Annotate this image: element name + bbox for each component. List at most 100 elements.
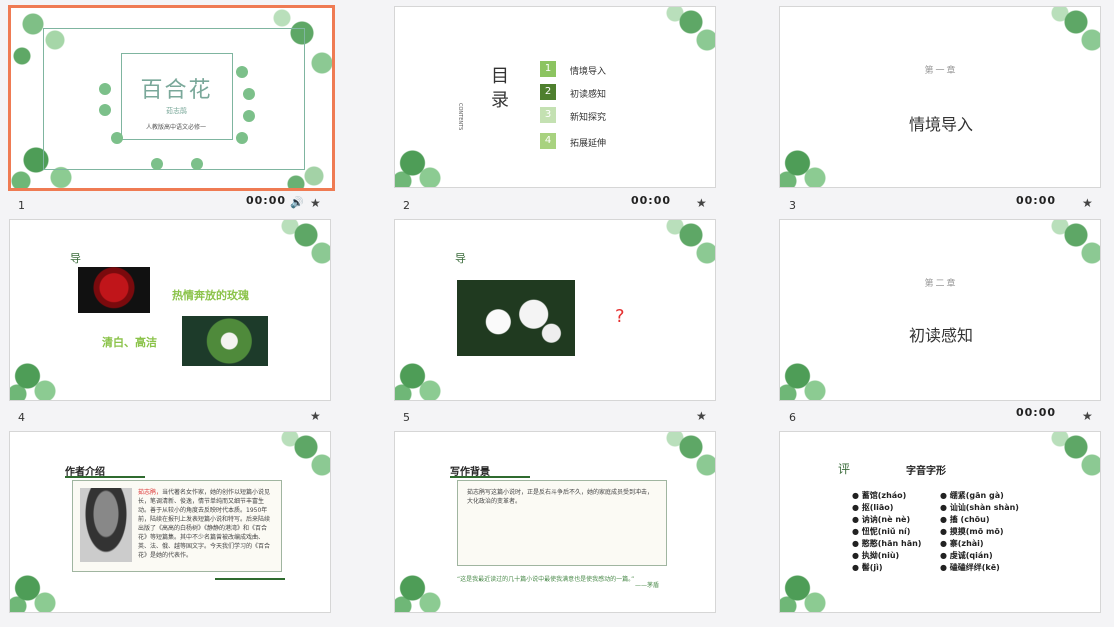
animation-star-icon[interactable]: ★ [310,196,321,210]
floral-decoration [635,220,715,280]
green-dot [243,110,255,122]
slide-number: 3 [789,199,796,212]
green-dot [243,88,255,100]
vocab-item: ● 髻(jì) [852,563,883,572]
green-dot [99,83,111,95]
floral-decoration [780,127,850,187]
toc-number: 3 [540,107,556,123]
slide-thumbnail-4[interactable]: 导 热情奔放的玫瑰 清白、高洁 [9,219,331,401]
question-mark: ? [615,306,625,327]
vocab-title: 字音字形 [906,466,946,477]
floral-decoration [1020,432,1100,492]
bio-underline [215,578,285,580]
section-heading: 导 [70,252,81,265]
vocab-item: ● 虔诚(qián) [940,551,993,560]
chapter-title: 情境导入 [908,115,973,134]
animation-star-icon[interactable]: ★ [310,409,321,423]
chapter-label: 第二章 [924,279,958,289]
green-dot [111,132,123,144]
floral-decoration [1020,7,1100,67]
lily-image [457,280,575,356]
quote-source: ——茅盾 [635,582,660,589]
slide-thumbnail-9[interactable]: 评 字音字形 ● 蓄馆(zháo) ● 抠(liāo) ● 讷讷(nè nè) … [779,431,1101,613]
author-photo [80,488,132,562]
floral-decoration [10,340,80,400]
animation-star-icon[interactable]: ★ [1082,409,1093,423]
vocab-item: ● 蓄馆(zháo) [852,491,907,500]
section-heading: 评 [838,462,851,476]
slide-number: 1 [18,199,25,212]
vocab-item: ● 讪讪(shàn shàn) [940,503,1019,512]
slide-subtitle: 人教版高中语文必修一 [145,124,206,131]
vocab-item: ● 搐 (chōu) [940,515,990,524]
toc-item-label: 情境导入 [570,67,607,77]
slide-number: 5 [403,411,410,424]
slide-number: 2 [403,199,410,212]
heading-underline [450,476,530,478]
toc-title: 目录 [491,66,509,111]
slide-thumbnail-8[interactable]: 写作背景 茹志鹃写这篇小说时，正是反右斗争后不久，她的家庭成员受到冲击，大化政治… [394,431,716,613]
toc-contents: CONTENTS [457,103,463,131]
speaker-icon[interactable]: 🔊 [290,196,304,209]
vocab-item: ● 执拗(niù) [852,551,900,560]
slide-timing: 00:00 [1016,406,1057,419]
chapter-label: 第一章 [924,66,958,76]
vocab-item: ● 摸摸(mō mō) [940,527,1004,536]
slide-timing: 00:00 [631,194,672,207]
caption-lotus: 清白、高洁 [102,336,157,349]
slide-thumbnail-5[interactable]: 导 ? [394,219,716,401]
vocab-item: ● 忸怩(niǔ ní) [852,527,911,536]
vocab-list-right: ● 绷紧(gān gà) ● 讪讪(shàn shàn) ● 搐 (chōu) … [940,490,1019,574]
slide-number: 6 [789,411,796,424]
floral-decoration [780,340,850,400]
slide-thumbnail-6[interactable]: 第二章 初读感知 [779,219,1101,401]
slide-thumbnail-2[interactable]: 目录 CONTENTS 1 情境导入 2 初读感知 3 新知探究 4 拓展延伸 [394,6,716,188]
animation-star-icon[interactable]: ★ [1082,196,1093,210]
vocab-item: ● 绷紧(gān gà) [940,491,1004,500]
floral-decoration [1020,220,1100,280]
slide-timing: 00:00 [246,194,287,207]
slide-title: 百合花 [140,78,213,103]
floral-decoration [395,127,465,187]
vocab-item: ● 磕磕绊绊(kē) [940,563,1000,572]
author-bio: 茹志鹃，当代著名女作家，她的创作以短篇小说见长，笔调清新、俊逸，情节单纯而又细节… [138,488,274,560]
author-name: 茹志鹃， [138,489,163,496]
toc-item-label: 初读感知 [570,90,607,100]
slide-thumbnail-7[interactable]: 作者介绍 茹志鹃，当代著名女作家，她的创作以短篇小说见长，笔调清新、俊逸，情节单… [9,431,331,613]
slide-thumbnail-1[interactable]: 百合花 茹志鹃 人教版高中语文必修一 [8,5,335,191]
caption-rose: 热情奔放的玫瑰 [172,289,249,302]
floral-decoration [395,340,465,400]
vocab-item: ● 寨(zhài) [940,539,984,548]
toc-item-label: 拓展延伸 [570,139,607,149]
heading-underline [65,476,145,478]
floral-decoration [780,552,850,612]
slide-number: 4 [18,411,25,424]
green-dot [99,104,111,116]
floral-decoration [250,220,330,280]
animation-star-icon[interactable]: ★ [696,409,707,423]
green-dot [151,158,163,170]
animation-star-icon[interactable]: ★ [696,196,707,210]
slide-timing: 00:00 [1016,194,1057,207]
rose-image [78,267,150,313]
green-dot [191,158,203,170]
toc-number: 2 [540,84,556,100]
slide-thumbnail-3[interactable]: 第一章 情境导入 [779,6,1101,188]
toc-number: 1 [540,61,556,77]
floral-decoration [10,552,80,612]
vocab-item: ● 讷讷(nè nè) [852,515,911,524]
toc-number: 4 [540,133,556,149]
vocab-item: ● 憨憨(hān hān) [852,539,922,548]
green-dot [236,66,248,78]
vocab-item: ● 抠(liāo) [852,503,894,512]
author-bio-text: 当代著名女作家，她的创作以短篇小说见长，笔调清新、俊逸，情节单纯而又细节丰富生动… [138,489,271,559]
quote-text: “这是我最近读过的几十篇小说中最使我满意也是使我感动的一篇。” [457,576,635,583]
toc-item-label: 新知探究 [570,113,607,123]
floral-decoration [635,7,715,67]
background-text: 茹志鹃写这篇小说时，正是反右斗争后不久，她的家庭成员受到冲击，大化政治的变革者。 [467,489,654,505]
chapter-title: 初读感知 [908,326,973,345]
floral-decoration [395,552,465,612]
slide-author: 茹志鹃 [166,107,187,115]
lotus-image [182,316,268,366]
section-heading: 导 [455,252,466,265]
